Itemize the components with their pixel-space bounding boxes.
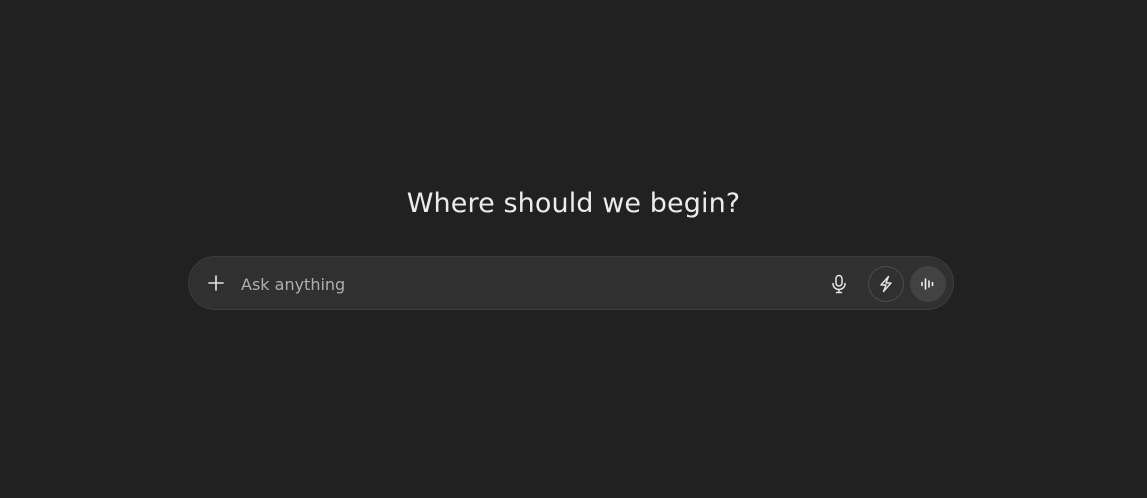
chat-composer (188, 256, 954, 310)
attach-button[interactable] (203, 270, 229, 296)
chat-home: Where should we begin? (0, 0, 1147, 498)
microphone-icon (830, 274, 848, 294)
dictate-button[interactable] (825, 270, 853, 298)
page-title: Where should we begin? (406, 188, 741, 219)
plus-icon (207, 274, 225, 292)
lightning-icon (877, 275, 895, 293)
voice-waveform-icon (919, 275, 937, 293)
voice-mode-button[interactable] (910, 266, 946, 302)
tools-button[interactable] (868, 266, 904, 302)
chat-input[interactable] (241, 269, 801, 299)
